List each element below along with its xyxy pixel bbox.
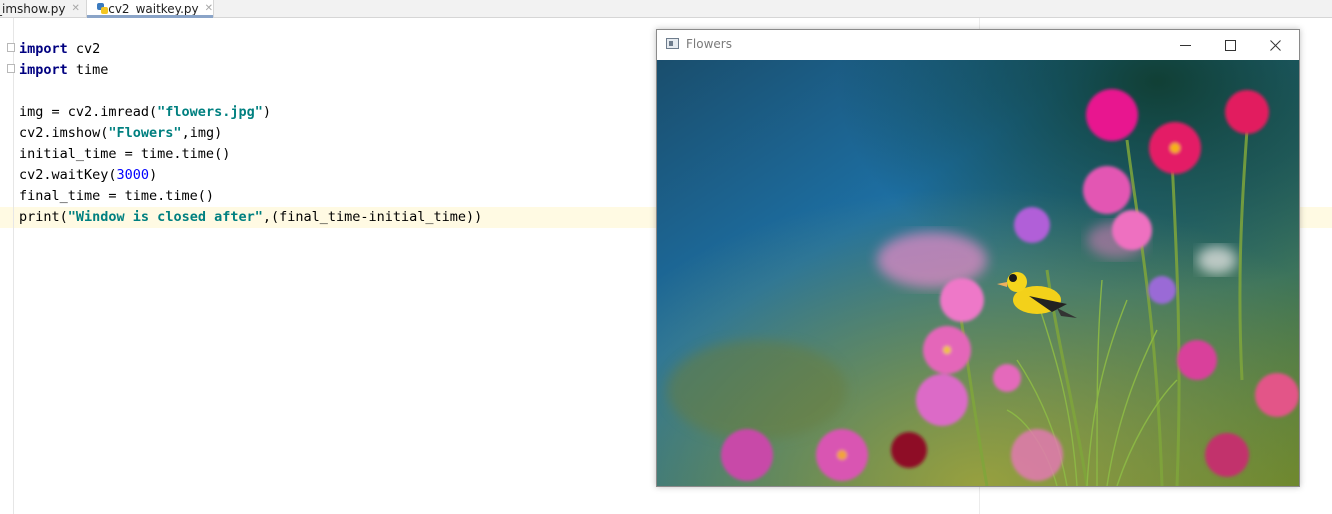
string-literal: "flowers.jpg" xyxy=(157,104,263,120)
code-text: final_time = time.time() xyxy=(19,188,215,204)
code-line-7[interactable]: cv2.waitKey(3000) xyxy=(19,165,157,186)
keyword: import xyxy=(19,41,68,57)
window-titlebar[interactable]: Flowers xyxy=(657,30,1299,60)
code-line-2[interactable]: import time xyxy=(19,60,108,81)
code-text: cv2.waitKey( xyxy=(19,167,117,183)
code-line-9[interactable]: print("Window is closed after",(final_ti… xyxy=(19,207,482,228)
code-text: cv2 xyxy=(67,41,101,57)
editor-tab-bar: _imshow.py ✕ cv2_waitkey.py ✕ xyxy=(0,0,1332,18)
code-line-6[interactable]: initial_time = time.time() xyxy=(19,144,230,165)
string-literal: "Flowers" xyxy=(108,125,182,141)
code-line-4[interactable]: img = cv2.imread("flowers.jpg") xyxy=(19,102,271,123)
maximize-icon xyxy=(1224,39,1236,51)
code-text: ,img) xyxy=(181,125,223,141)
code-text: ,(final_time-initial_time)) xyxy=(262,209,483,225)
code-text: ) xyxy=(262,104,271,120)
image-canvas xyxy=(657,60,1299,486)
close-button[interactable] xyxy=(1253,30,1297,60)
code-line-8[interactable]: final_time = time.time() xyxy=(19,186,214,207)
window-title: Flowers xyxy=(686,37,732,51)
code-text: time xyxy=(67,62,109,78)
tab-imshow[interactable]: _imshow.py ✕ xyxy=(0,0,80,17)
keyword: import xyxy=(19,62,68,78)
code-text: img = cv2.imread( xyxy=(19,104,158,120)
flowers-bird-photo xyxy=(657,60,1299,486)
number-literal: 3000 xyxy=(116,167,150,183)
code-line-1[interactable]: import cv2 xyxy=(19,39,100,60)
minimize-icon xyxy=(1179,44,1191,46)
fold-marker-icon[interactable] xyxy=(7,43,15,52)
code-line-5[interactable]: cv2.imshow("Flowers",img) xyxy=(19,123,222,144)
tab-label: _imshow.py xyxy=(0,1,66,16)
close-icon xyxy=(1269,39,1281,51)
tab-cv2-waitkey[interactable]: cv2_waitkey.py ✕ xyxy=(86,0,214,18)
tab-label: cv2_waitkey.py xyxy=(108,1,199,16)
minimize-button[interactable] xyxy=(1163,30,1207,60)
fold-marker-icon[interactable] xyxy=(7,64,15,73)
python-file-icon xyxy=(97,3,109,14)
code-text: print( xyxy=(19,209,68,225)
string-literal: "Window is closed after" xyxy=(67,209,263,225)
maximize-button[interactable] xyxy=(1208,30,1252,60)
code-text: cv2.imshow( xyxy=(19,125,109,141)
window-app-icon xyxy=(666,38,679,49)
gutter xyxy=(13,18,14,514)
close-icon[interactable]: ✕ xyxy=(71,3,79,14)
code-text: ) xyxy=(149,167,158,183)
image-window[interactable]: Flowers xyxy=(656,29,1300,487)
close-icon[interactable]: ✕ xyxy=(205,3,213,14)
code-text: initial_time = time.time() xyxy=(19,146,231,162)
